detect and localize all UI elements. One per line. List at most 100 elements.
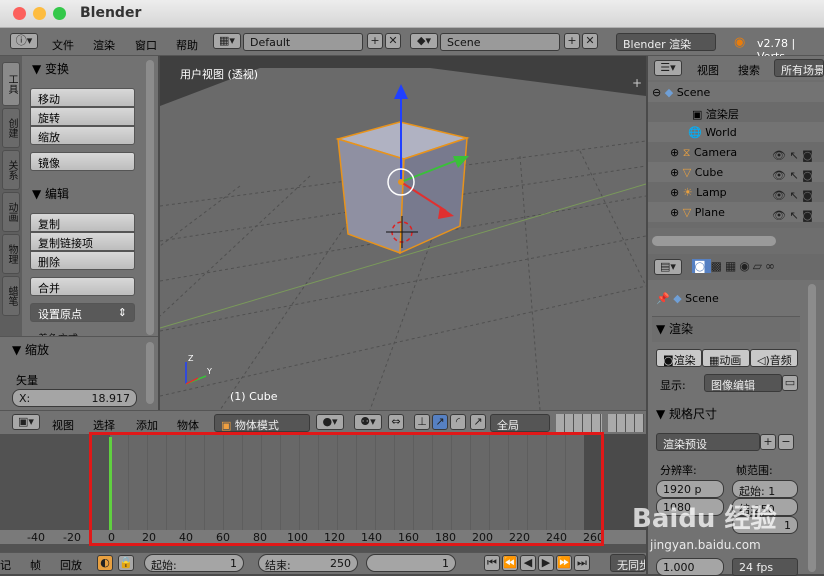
display-lock-icon[interactable]: ▭: [782, 375, 798, 391]
jump-end-icon[interactable]: ⏭: [574, 555, 590, 571]
menu-file[interactable]: 文件: [52, 37, 74, 53]
play-icon[interactable]: ▶: [538, 555, 554, 571]
remove-layout-icon[interactable]: ✕: [385, 33, 401, 49]
fps-select[interactable]: 24 fps: [732, 558, 798, 576]
menu-view[interactable]: 视图: [52, 417, 74, 433]
delete-button[interactable]: 删除: [30, 251, 135, 270]
outliner-item-world[interactable]: 🌐 World: [688, 126, 737, 139]
duplicate-button[interactable]: 复制: [30, 213, 135, 232]
menu-marker[interactable]: 记: [0, 557, 11, 573]
scale-manipulator-icon[interactable]: ↗: [470, 414, 486, 430]
menu-add[interactable]: 添加: [136, 417, 158, 433]
editor-type-icon[interactable]: ▣▾: [12, 414, 40, 430]
tool-shelf-scrollbar[interactable]: [146, 60, 154, 335]
outliner-item-plane[interactable]: ⊕ ▽ Plane: [670, 206, 725, 219]
menu-object[interactable]: 物体: [177, 417, 199, 433]
layers-grid[interactable]: [556, 414, 602, 432]
mirror-button[interactable]: 镜像: [30, 152, 135, 171]
outliner-item-camera[interactable]: ⊕ ⧖ Camera: [670, 146, 737, 160]
zoom-window-button[interactable]: [53, 7, 66, 20]
properties-context-tabs[interactable]: ◙ ▩▦◉▱∞: [692, 259, 778, 273]
add-scene-icon[interactable]: +: [564, 33, 580, 49]
tab-grease-pencil[interactable]: 蜡笔: [2, 276, 20, 316]
join-button[interactable]: 合并: [30, 277, 135, 296]
remove-preset-icon[interactable]: −: [778, 434, 794, 450]
close-window-button[interactable]: [13, 7, 26, 20]
visibility-icons[interactable]: 👁 ↖ ◙ 👁 ↖ ◙ 👁 ↖ ◙ 👁 ↖ ◙: [772, 146, 813, 226]
shading-mode-icon[interactable]: ●▾: [316, 414, 344, 430]
layout-icon[interactable]: ▦▾: [213, 33, 241, 49]
properties-scrollbar[interactable]: [808, 284, 816, 572]
vector-x-field[interactable]: X: 18.917: [12, 389, 137, 407]
mode-select[interactable]: ▣ 物体模式: [214, 414, 310, 432]
operator-scrollbar[interactable]: [146, 342, 154, 404]
aspect-field[interactable]: 1.000: [656, 558, 724, 576]
translate-manipulator-icon[interactable]: ⊥: [414, 414, 430, 430]
tab-relations[interactable]: 关系: [2, 150, 20, 190]
outliner-item-cube[interactable]: ⊕ ▽ Cube: [670, 166, 723, 179]
timeline-editor[interactable]: -40 -20 0 20 40 60 80 100 120 140 160 18…: [0, 432, 646, 552]
tab-physics[interactable]: 物理: [2, 234, 20, 274]
animation-button[interactable]: ▦动画: [702, 349, 750, 367]
pivot-point-icon[interactable]: ⚉▾: [354, 414, 382, 430]
layout-field[interactable]: Default: [243, 33, 363, 51]
outliner-editor-icon[interactable]: ☰▾: [654, 60, 682, 76]
render-engine-select[interactable]: Blender 渲染: [616, 33, 716, 51]
menu-help[interactable]: 帮助: [176, 37, 198, 53]
scale-panel-title[interactable]: ▼ 缩放: [12, 341, 49, 358]
set-origin-select[interactable]: 设置原点 ⇕: [30, 303, 135, 322]
outliner-menu-view[interactable]: 视图: [697, 62, 719, 78]
resolution-x-field[interactable]: 1920 p: [656, 480, 724, 498]
add-preset-icon[interactable]: +: [760, 434, 776, 450]
prev-keyframe-icon[interactable]: ⏪: [502, 555, 518, 571]
dimensions-panel-title[interactable]: ▼ 规格尺寸: [656, 405, 717, 422]
add-layout-icon[interactable]: +: [367, 33, 383, 49]
rotate-manipulator-icon[interactable]: ◜: [450, 414, 466, 430]
frame-start-field[interactable]: 起始: 1: [732, 480, 798, 498]
menu-render[interactable]: 渲染: [93, 37, 115, 53]
info-editor-icon[interactable]: ⓘ▾: [10, 33, 38, 49]
outliner-scrollbar[interactable]: [652, 236, 776, 246]
audio-button[interactable]: ◁)音频: [750, 349, 798, 367]
3d-viewport[interactable]: Z Y 用户视图 (透视) (1) Cube +: [160, 56, 646, 410]
end-frame-field[interactable]: 结束: 250: [258, 554, 358, 572]
outliner-menu-search[interactable]: 搜索: [738, 62, 760, 78]
start-frame-field[interactable]: 起始: 1: [144, 554, 244, 572]
scale-button[interactable]: 缩放: [30, 126, 135, 145]
transform-panel-title[interactable]: ▼ 变换: [32, 60, 69, 77]
tab-animation[interactable]: 动画: [2, 192, 20, 232]
transform-orientation-select[interactable]: 全局: [490, 414, 550, 432]
remove-scene-icon[interactable]: ✕: [582, 33, 598, 49]
menu-frame[interactable]: 帧: [30, 557, 41, 573]
move-manipulator-icon[interactable]: ↗: [432, 414, 448, 430]
menu-window[interactable]: 窗口: [135, 37, 157, 53]
edit-panel-title[interactable]: ▼ 编辑: [32, 185, 69, 202]
viewport-properties-plus-icon[interactable]: +: [632, 76, 642, 90]
outliner-item-scene[interactable]: ⊖ ◆ Scene: [652, 86, 710, 99]
rotate-button[interactable]: 旋转: [30, 107, 135, 126]
next-keyframe-icon[interactable]: ⏩: [556, 555, 572, 571]
scene-field[interactable]: Scene: [440, 33, 560, 51]
manipulator-toggle-icon[interactable]: ⇔: [388, 414, 404, 430]
menu-playback[interactable]: 回放: [60, 557, 82, 573]
sync-mode-select[interactable]: 无同步: [610, 554, 646, 572]
minimize-window-button[interactable]: [33, 7, 46, 20]
current-frame-field[interactable]: 1: [366, 554, 456, 572]
render-panel-title[interactable]: ▼ 渲染: [656, 320, 693, 337]
display-select[interactable]: 图像编辑: [704, 374, 782, 392]
tab-tools[interactable]: 工具: [2, 62, 20, 106]
jump-start-icon[interactable]: ⏮: [484, 555, 500, 571]
play-reverse-icon[interactable]: ◀: [520, 555, 536, 571]
outliner-item-lamp[interactable]: ⊕ ☀ Lamp: [670, 186, 727, 199]
lock-icon[interactable]: 🔒: [118, 555, 134, 571]
tab-create[interactable]: 创建: [2, 108, 20, 148]
translate-button[interactable]: 移动: [30, 88, 135, 107]
outliner-filter-select[interactable]: 所有场景: [774, 59, 824, 77]
properties-editor-icon[interactable]: ▤▾: [654, 259, 682, 275]
render-button[interactable]: ◙渲染: [656, 349, 702, 367]
duplicate-linked-button[interactable]: 复制链接项: [30, 232, 135, 251]
record-keyframe-icon[interactable]: ◐: [97, 555, 113, 571]
layers-grid-2[interactable]: [608, 414, 644, 432]
menu-select[interactable]: 选择: [93, 417, 115, 433]
scene-icon[interactable]: ◆▾: [410, 33, 438, 49]
